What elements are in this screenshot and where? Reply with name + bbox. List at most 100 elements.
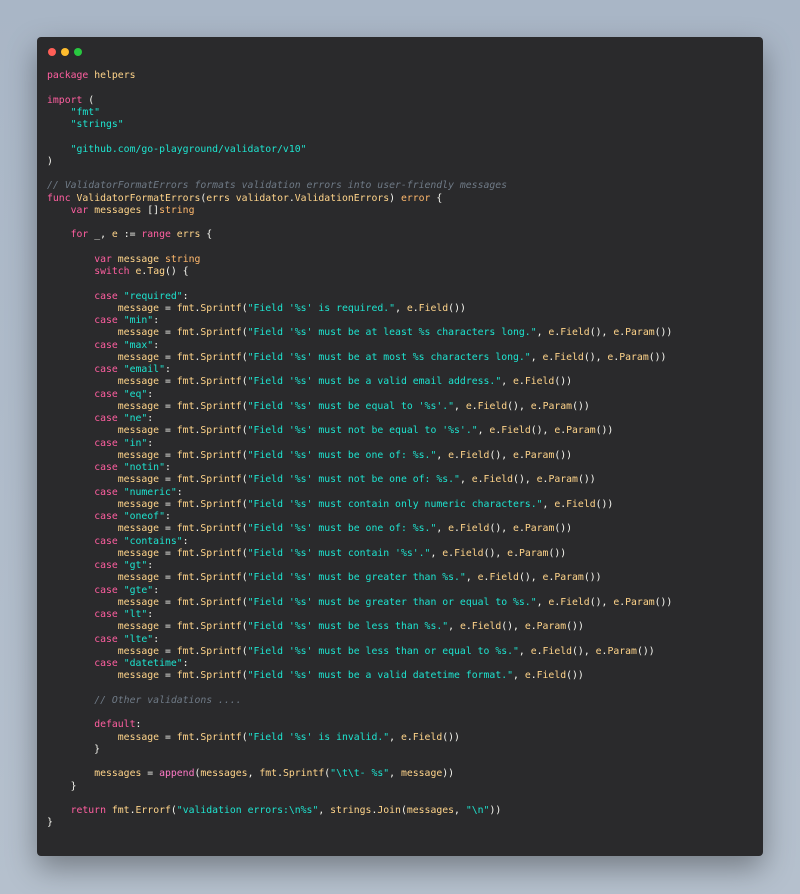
code-line: message = fmt.Sprintf("Field '%s' must c…	[47, 499, 753, 511]
code-token: :	[182, 290, 189, 302]
code-token: fmt	[176, 621, 195, 633]
code-token: =	[159, 400, 177, 412]
code-token: ,	[536, 327, 549, 339]
code-token: (),	[589, 327, 614, 339]
close-dot-icon[interactable]	[48, 48, 56, 56]
code-token: fmt	[176, 645, 195, 657]
code-token: "lte"	[123, 633, 154, 645]
code-token: "Field '%s' is invalid."	[247, 731, 390, 743]
code-token: "oneof"	[123, 511, 165, 522]
code-token: ())	[448, 302, 466, 314]
code-token: :	[182, 535, 189, 547]
code-token: ,	[318, 805, 331, 816]
code-line: package helpers	[47, 70, 753, 82]
code-token: fmt	[176, 523, 195, 535]
code-token: case	[94, 584, 118, 596]
code-token: default	[94, 719, 136, 731]
code-line: }	[47, 744, 753, 756]
code-line: // Other validations ....	[47, 695, 753, 707]
minimize-dot-icon[interactable]	[61, 48, 69, 56]
maximize-dot-icon[interactable]	[74, 48, 82, 56]
code-token: Param	[607, 645, 637, 657]
code-token: package	[47, 70, 89, 81]
code-token: switch	[94, 266, 130, 277]
code-block: package helpers​import ( "fmt" "strings"…	[47, 70, 753, 830]
code-token: Field	[477, 400, 508, 412]
code-line: case "gte":	[47, 585, 753, 597]
code-token: case	[94, 290, 118, 302]
code-line: case "numeric":	[47, 487, 753, 499]
code-token: Sprintf	[200, 731, 242, 743]
code-line: message = fmt.Sprintf("Field '%s' must b…	[47, 670, 753, 682]
code-token: "Field '%s' is required."	[247, 302, 396, 314]
code-token: =	[159, 474, 177, 486]
code-token: Field	[454, 547, 484, 559]
code-token: ())	[648, 351, 667, 363]
code-token: (),	[501, 621, 525, 633]
code-token: error	[400, 192, 431, 204]
code-line: import (	[47, 95, 753, 107]
code-token: (),	[530, 425, 555, 437]
code-token: "Field '%s' must be at least %s characte…	[247, 327, 537, 339]
code-token: "Field '%s' must be equal to '%s'."	[247, 400, 455, 412]
code-token: case	[94, 315, 118, 326]
code-token: }	[47, 743, 101, 755]
code-token: ,	[536, 596, 549, 608]
code-token: fmt	[176, 327, 195, 339]
code-token: ,	[436, 523, 449, 535]
code-line: message = fmt.Sprintf("Field '%s' is req…	[47, 303, 753, 315]
code-token: ,	[477, 425, 490, 437]
code-token: "Field '%s' must not be equal to '%s'."	[247, 425, 478, 437]
code-token: var	[94, 253, 112, 265]
code-token: Field	[536, 670, 567, 682]
code-token: "gt"	[123, 560, 148, 571]
code-token: range	[141, 229, 171, 241]
code-token: "Field '%s' must be a valid datetime for…	[247, 670, 514, 682]
code-token: Sprintf	[200, 376, 242, 388]
code-line: for _, e := range errs {	[47, 229, 753, 241]
code-token: Sprintf	[200, 645, 242, 657]
code-token: for	[70, 229, 89, 241]
code-line: case "notin":	[47, 462, 753, 474]
code-token: :	[182, 658, 189, 669]
code-token: =	[159, 645, 177, 657]
code-line: "github.com/go-playground/validator/v10"	[47, 144, 753, 156]
code-token: messages	[94, 204, 142, 216]
code-token: message	[117, 670, 160, 682]
code-token: :	[164, 462, 171, 473]
code-line: case "ne":	[47, 413, 753, 425]
code-token: message	[117, 523, 160, 535]
code-token: case	[94, 633, 118, 645]
code-token: Param	[548, 474, 578, 486]
code-token: "validation errors:\n%s"	[176, 805, 319, 816]
code-token: import	[47, 94, 83, 106]
code-token: ())	[595, 498, 614, 510]
code-token: :	[147, 609, 154, 620]
code-token: ())	[654, 327, 673, 339]
code-token: append	[159, 768, 195, 780]
code-token: case	[94, 609, 118, 620]
code-token: ))	[489, 805, 502, 816]
code-token: Tag	[147, 266, 165, 277]
code-token: "\t\t- %s"	[330, 768, 390, 780]
code-line: )	[47, 156, 753, 168]
code-line: case "gt":	[47, 560, 753, 572]
code-line: case "oneof":	[47, 511, 753, 523]
code-token: Param	[536, 621, 567, 633]
code-line: case "contains":	[47, 536, 753, 548]
code-token: helpers	[94, 70, 136, 81]
code-line: message = fmt.Sprintf("Field '%s' must b…	[47, 327, 753, 339]
code-token: fmt	[176, 498, 195, 510]
code-token: "ne"	[123, 413, 148, 424]
code-token: "contains"	[123, 535, 183, 547]
code-token: Sprintf	[200, 670, 242, 682]
code-token: =	[159, 547, 177, 559]
code-line: message = fmt.Sprintf("Field '%s' must b…	[47, 352, 753, 364]
code-token: "github.com/go-playground/validator/v10"	[70, 143, 307, 155]
code-line: message = fmt.Sprintf("Field '%s' must b…	[47, 646, 753, 658]
code-token: Param	[524, 449, 555, 461]
code-token: Param	[554, 572, 584, 584]
